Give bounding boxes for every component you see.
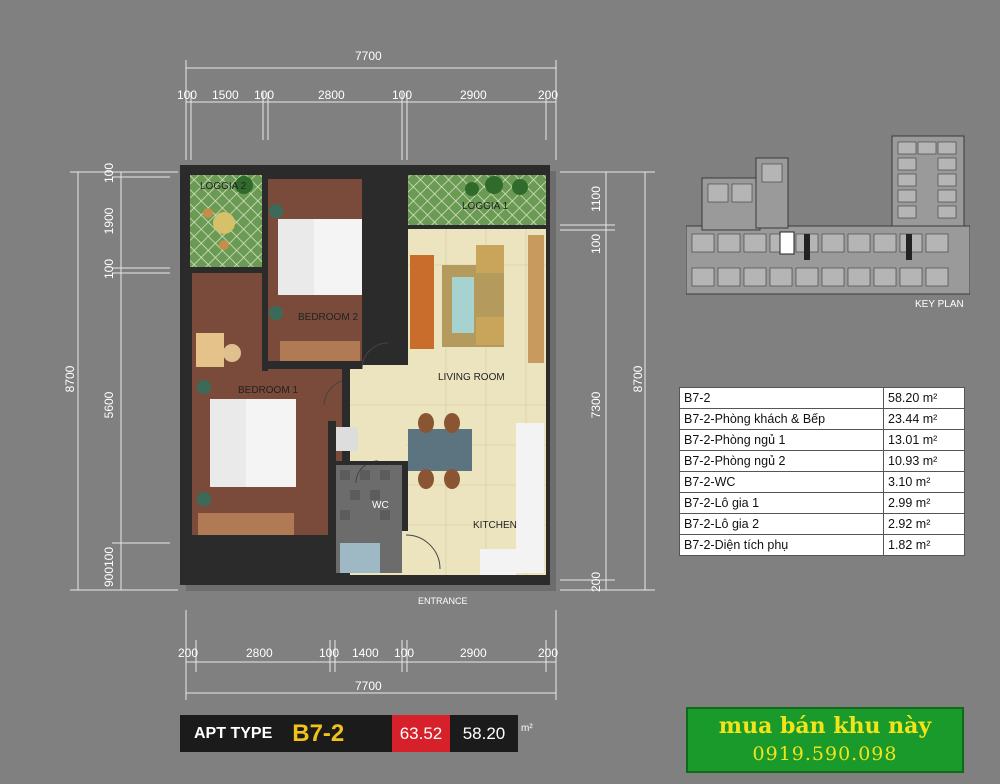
area-name: B7-2-Lô gia 2 xyxy=(679,513,884,535)
table-row: B7-2-Phòng ngủ 1 13.01 m² xyxy=(679,429,965,451)
promo-line-2: 0919.590.098 xyxy=(752,743,898,765)
area-name: B7-2-Phòng ngủ 2 xyxy=(679,450,884,472)
area-value: 1.82 m² xyxy=(883,534,965,556)
apt-type-label: APT TYPE xyxy=(194,724,273,742)
area-name: B7-2 xyxy=(679,387,884,409)
dim-bottom-seg: 2800 xyxy=(246,646,273,660)
area-name: B7-2-Diện tích phụ xyxy=(679,534,884,556)
dim-left-seg: 100 xyxy=(102,258,116,280)
promo-line-1: mua bán khu này xyxy=(718,713,932,739)
apt-type-bar: APT TYPE B7-2 63.52 58.20 m² xyxy=(180,715,533,752)
room-label-living-room: LIVING ROOM xyxy=(438,372,505,383)
net-area: 58.20 xyxy=(462,723,506,743)
area-value: 2.92 m² xyxy=(883,513,965,535)
dim-bottom-seg: 100 xyxy=(394,646,415,660)
dim-left-seg: 1900 xyxy=(102,207,116,235)
dim-top-seg: 100 xyxy=(177,88,198,102)
dim-top-seg: 100 xyxy=(254,88,275,102)
table-row: B7-2-Diện tích phụ 1.82 m² xyxy=(679,534,965,556)
dim-top-total: 7700 xyxy=(355,49,382,63)
gross-area: 63.52 xyxy=(399,723,443,743)
area-value: 13.01 m² xyxy=(883,429,965,451)
area-unit: m² xyxy=(521,723,533,734)
area-name: B7-2-Phòng khách & Bếp xyxy=(679,408,884,430)
dim-bottom-seg: 100 xyxy=(319,646,340,660)
gross-area-box: 63.52 xyxy=(392,715,450,752)
dim-right-seg: 200 xyxy=(589,571,603,593)
dim-bottom-seg: 200 xyxy=(538,646,559,660)
area-value: 2.99 m² xyxy=(883,492,965,514)
room-label-bedroom-1: BEDROOM 1 xyxy=(238,385,299,396)
area-name: B7-2-Lô gia 1 xyxy=(679,492,884,514)
area-value: 3.10 m² xyxy=(883,471,965,493)
dim-right-seg: 1100 xyxy=(589,186,603,212)
room-label-bedroom-2: BEDROOM 2 xyxy=(298,312,359,323)
room-label-kitchen: KITCHEN xyxy=(473,520,517,531)
area-value: 23.44 m² xyxy=(883,408,965,430)
net-area-box: 58.20 xyxy=(450,715,518,752)
dim-top-seg: 200 xyxy=(538,88,559,102)
table-row: B7-2-Phòng ngủ 2 10.93 m² xyxy=(679,450,965,472)
room-label-loggia-1: LOGGIA 1 xyxy=(462,201,509,212)
dim-bottom-seg: 200 xyxy=(178,646,199,660)
dim-right-seg: 7300 xyxy=(589,391,603,419)
room-label-entrance: ENTRANCE xyxy=(418,596,468,606)
table-row: B7-2-Lô gia 1 2.99 m² xyxy=(679,492,965,514)
table-row: B7-2-Phòng khách & Bếp 23.44 m² xyxy=(679,408,965,430)
dim-top-seg: 100 xyxy=(392,88,413,102)
dim-right-total: 8700 xyxy=(631,365,645,393)
promo-banner: mua bán khu này 0919.590.098 xyxy=(686,707,964,773)
dim-bottom-total: 7700 xyxy=(355,679,382,693)
area-table: B7-2 58.20 m² B7-2-Phòng khách & Bếp 23.44… xyxy=(679,387,965,556)
area-value: 58.20 m² xyxy=(883,387,965,409)
area-name: B7-2-Phòng ngủ 1 xyxy=(679,429,884,451)
dim-top-seg: 2800 xyxy=(318,88,345,102)
key-plan xyxy=(686,135,970,295)
table-row: B7-2-WC 3.10 m² xyxy=(679,471,965,493)
area-name: B7-2-WC xyxy=(679,471,884,493)
table-row: B7-2-Lô gia 2 2.92 m² xyxy=(679,513,965,535)
dim-bottom-seg: 1400 xyxy=(352,646,379,660)
dim-right-seg: 100 xyxy=(589,233,603,255)
room-label-loggia-2: LOGGIA 2 xyxy=(200,181,247,192)
dim-bottom-seg: 2900 xyxy=(460,646,487,660)
key-plan-label: KEY PLAN xyxy=(915,299,964,310)
dim-left-total: 8700 xyxy=(63,365,77,393)
area-value: 10.93 m² xyxy=(883,450,965,472)
dim-top-seg: 1500 xyxy=(212,88,239,102)
dim-top-seg: 2900 xyxy=(460,88,487,102)
apt-type-code: B7-2 xyxy=(292,719,345,747)
dim-left-seg: 900100 xyxy=(102,546,116,588)
dim-left-seg: 5600 xyxy=(102,391,116,419)
room-label-wc: WC xyxy=(372,500,389,511)
table-row: B7-2 58.20 m² xyxy=(679,387,965,409)
apt-type-label-box: APT TYPE B7-2 xyxy=(180,715,392,752)
dim-left-seg: 100 xyxy=(102,162,116,184)
